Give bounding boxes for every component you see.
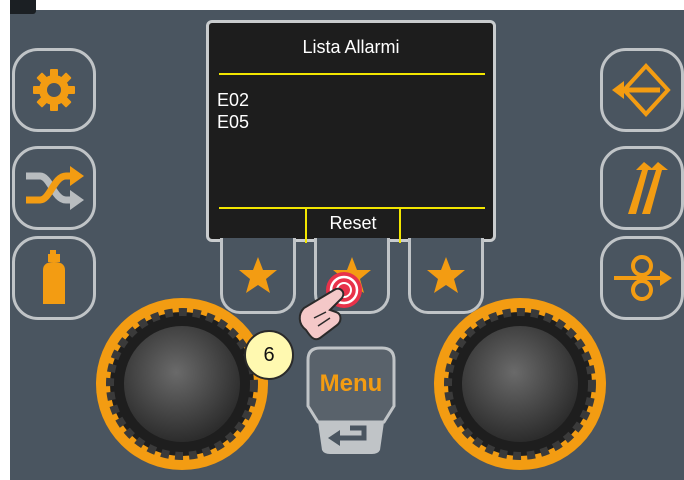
left-knob[interactable] [96,298,268,470]
right-knob[interactable] [434,298,606,470]
title-divider [219,73,485,75]
gas-button[interactable] [12,236,96,320]
softkey-divider [219,207,485,209]
panel-corner [10,0,36,14]
diamond-arrow-icon [612,63,671,117]
touch-indicator [298,272,362,341]
wire-feed-icon [614,255,672,301]
gas-bottle-icon [43,250,65,304]
trigger-mode-button[interactable] [600,146,684,230]
step-number-badge: 6 [244,330,294,380]
alarm-list: E02 E05 [217,89,249,133]
double-slash-arrows-icon [628,162,668,214]
star-icon [427,256,465,293]
menu-label: Menu [319,370,383,397]
mode-button[interactable] [12,146,96,230]
settings-button[interactable] [12,48,96,132]
lcd-display: Lista Allarmi E02 E05 Reset [206,20,496,243]
process-button[interactable] [600,48,684,132]
menu-button[interactable]: Menu [306,346,396,456]
star-icon [239,256,277,293]
alarm-item[interactable]: E05 [217,111,249,133]
softkey-reset: Reset [329,213,377,233]
gear-icon [33,69,75,111]
pointing-hand-icon [298,287,345,341]
wire-feed-button[interactable] [600,236,684,320]
shuffle-icon [26,166,84,210]
alarm-item[interactable]: E02 [217,89,249,111]
display-title: Lista Allarmi [302,37,400,57]
